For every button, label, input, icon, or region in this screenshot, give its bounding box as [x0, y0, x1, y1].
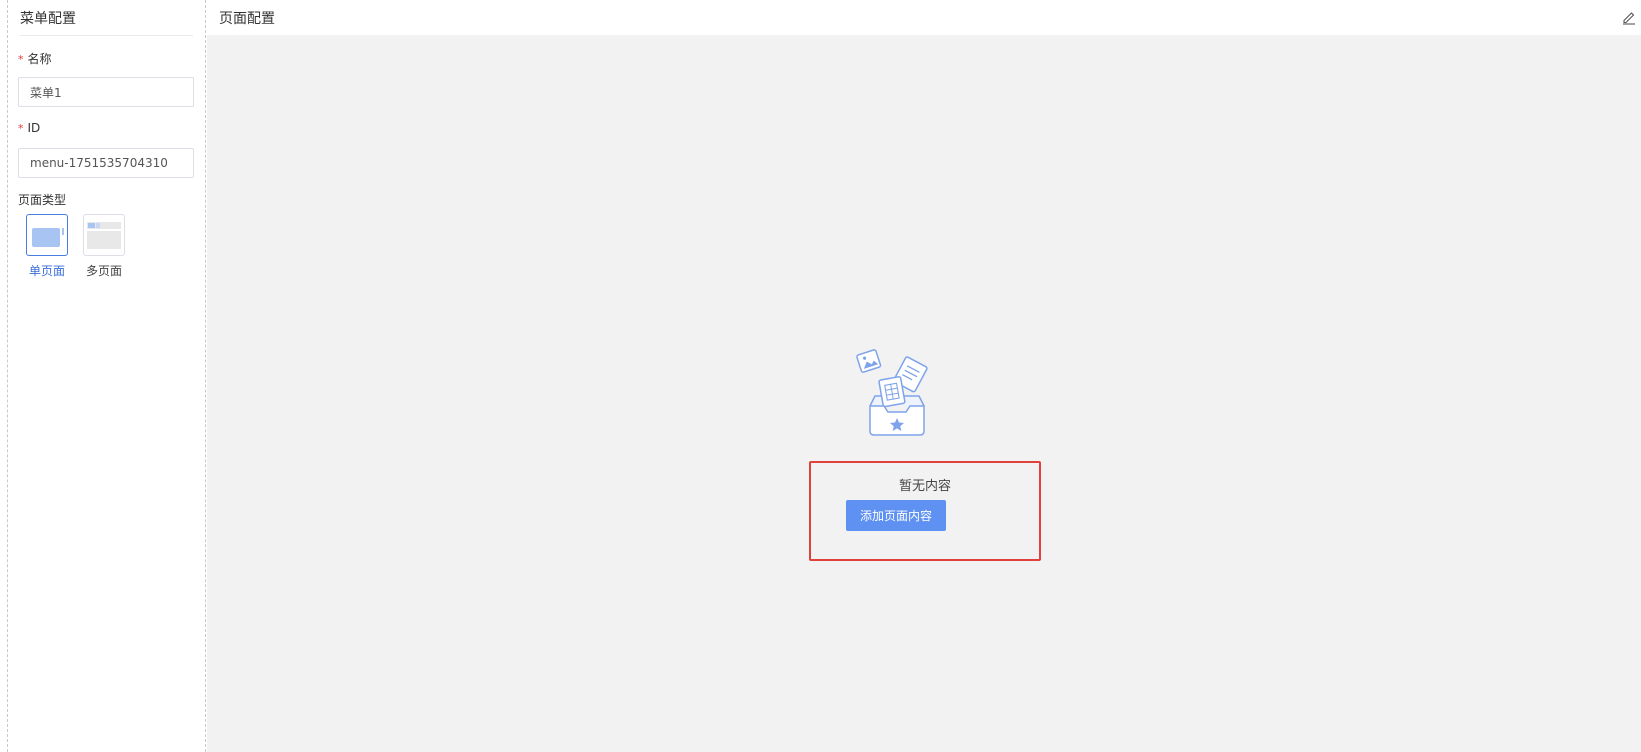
single-page-icon [32, 228, 64, 247]
edit-icon[interactable] [1621, 9, 1637, 25]
add-page-content-button[interactable]: 添加页面内容 [846, 500, 946, 531]
id-label-text: ID [27, 121, 41, 135]
name-label-text: 名称 [27, 52, 52, 66]
empty-state-text: 暂无内容 [898, 479, 951, 494]
name-input[interactable] [18, 77, 194, 107]
page-config-title: 页面配置 [219, 11, 275, 27]
page-type-single-option[interactable] [26, 214, 68, 256]
page-type-multi-option[interactable] [83, 214, 125, 256]
required-mark: * [18, 122, 24, 135]
required-mark: * [18, 53, 24, 66]
page-type-multi-label[interactable]: 多页面 [86, 262, 122, 279]
page-type-single-label[interactable]: 单页面 [29, 262, 65, 279]
id-label: * ID [18, 121, 40, 135]
empty-inbox-icon [824, 349, 968, 470]
multi-page-icon [87, 222, 121, 249]
page-config-header: 页面配置 [207, 0, 1641, 35]
empty-state-highlight: 暂无内容 添加页面内容 [809, 461, 1041, 561]
id-input[interactable] [18, 148, 194, 178]
name-label: * 名称 [18, 50, 52, 67]
divider [20, 35, 193, 36]
menu-config-title: 菜单配置 [20, 11, 76, 27]
menu-config-panel: 菜单配置 *名称 *ID 页面类型 单页面 多页面 [7, 0, 206, 752]
page-canvas: 暂无内容 添加页面内容 [207, 35, 1641, 752]
page-type-label: 页面类型 [18, 193, 67, 207]
